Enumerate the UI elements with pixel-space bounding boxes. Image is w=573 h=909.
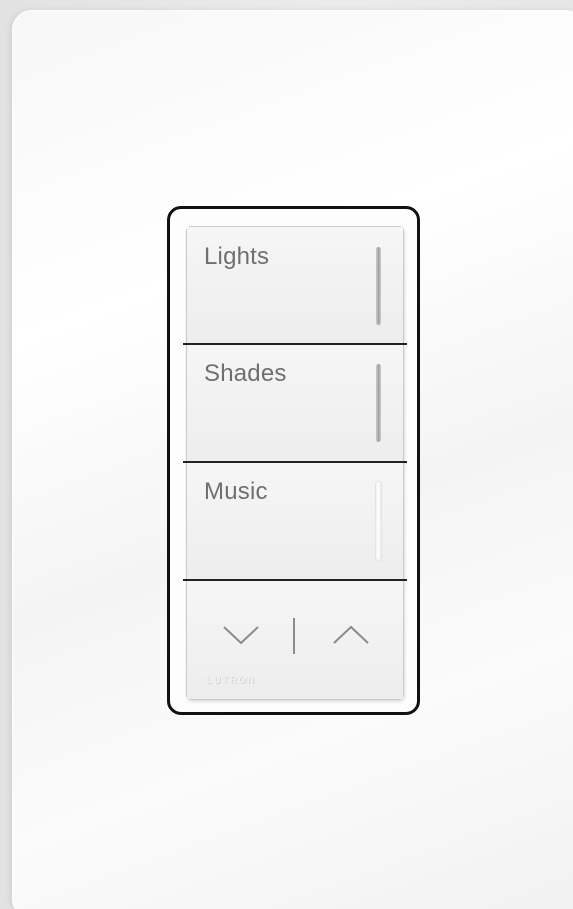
- music-led-indicator: [376, 482, 381, 560]
- lights-button-label: Lights: [204, 243, 270, 270]
- button-divider: [183, 343, 407, 345]
- shades-led-indicator: [376, 364, 381, 442]
- brand-logo: LUTRON: [207, 675, 257, 685]
- music-button-label: Music: [204, 478, 268, 505]
- chevron-up-icon[interactable]: [332, 624, 370, 646]
- keypad-product-view: Lights Shades Music LUTRON: [0, 0, 573, 909]
- chevron-down-icon[interactable]: [222, 624, 260, 646]
- music-button[interactable]: Music: [183, 461, 407, 580]
- rocker-separator: [293, 618, 295, 654]
- raise-lower-rocker: LUTRON: [183, 579, 407, 699]
- shades-button[interactable]: Shades: [183, 343, 407, 462]
- keypad-faceplate: Lights Shades Music LUTRON: [183, 227, 407, 699]
- lights-led-indicator: [376, 247, 381, 325]
- shades-button-label: Shades: [204, 360, 287, 387]
- lights-button[interactable]: Lights: [187, 227, 403, 344]
- button-divider: [183, 461, 407, 463]
